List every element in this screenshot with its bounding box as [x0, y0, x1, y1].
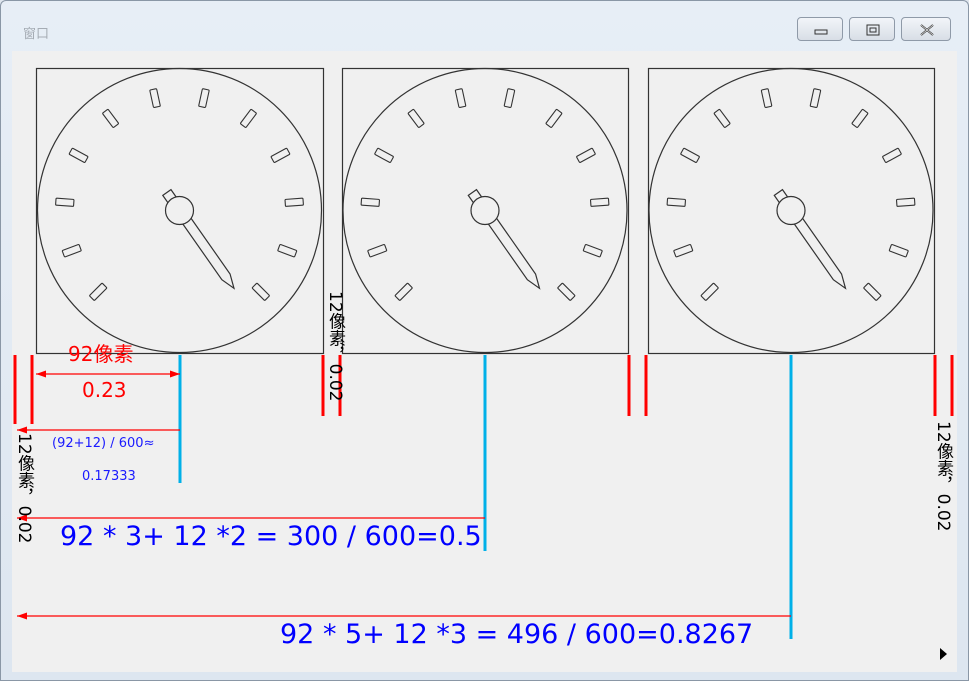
gauge-3-tick: [760, 88, 773, 109]
formula-full: 92 * 5+ 12 *3 = 496 / 600=0.8267: [280, 619, 754, 650]
gauge-2-tick: [360, 197, 381, 207]
close-icon: [920, 24, 934, 36]
formula-half: 92 * 3+ 12 *2 = 300 / 600=0.5: [60, 521, 482, 552]
gauge-1-tick: [240, 108, 257, 128]
close-button[interactable]: [901, 17, 951, 41]
maximize-icon: [866, 24, 880, 36]
gauge-3-tick: [809, 88, 822, 109]
app-window: 窗口 92像素 0.23 (92+12) / 600≈ 0.17333 92 *…: [0, 0, 969, 681]
gauge-1-tick: [251, 282, 270, 301]
formula-small-line1: (92+12) / 600≈: [52, 436, 155, 451]
gauge-2-hub: [470, 195, 500, 226]
gauge-3-hub: [776, 195, 806, 226]
gauge-3-tick: [863, 282, 882, 301]
width-px-label: 92像素: [68, 342, 134, 366]
arrowhead: [17, 612, 27, 620]
gap-label-right: 12像素，0.02: [933, 421, 953, 532]
gauge-2-tick: [589, 197, 610, 207]
gauge-2-tick: [407, 108, 425, 128]
gauge-2-tick: [503, 88, 516, 109]
gauge-1-tick: [102, 108, 119, 128]
gauge-2-tick: [582, 244, 603, 258]
maximize-button[interactable]: [849, 17, 895, 41]
window-title: 窗口: [23, 27, 50, 42]
gauge-2-tick: [367, 244, 388, 258]
gauge-1-hub: [164, 195, 195, 226]
scroll-arrow-icon[interactable]: [940, 648, 947, 660]
formula-small-line2: 0.17333: [82, 469, 136, 484]
gauge-3-tick: [680, 147, 700, 163]
gauge-3-tick: [673, 244, 694, 258]
gauge-1-tick: [270, 147, 291, 163]
gauge-2-tick: [545, 108, 563, 128]
gauge-1-tick: [277, 244, 298, 258]
gauge-3-tick: [666, 197, 687, 207]
gauge-2-tick: [557, 282, 576, 301]
gauge-2-tick: [576, 147, 596, 163]
client-area: 92像素 0.23 (92+12) / 600≈ 0.17333 92 * 3+…: [12, 51, 957, 672]
gauge-3-tick: [888, 244, 909, 258]
gauge-3-tick: [851, 108, 869, 128]
gauge-3-tick: [713, 108, 731, 128]
diagram-canvas: [13, 67, 954, 639]
gauge-2-tick: [454, 88, 467, 109]
gauge-1-tick: [55, 197, 75, 207]
width-ratio-label: 0.23: [82, 378, 127, 402]
gauge-1-tick: [149, 88, 161, 109]
title-bar[interactable]: 窗口: [1, 1, 968, 51]
gauge-1-tick: [284, 197, 304, 207]
arrowhead: [36, 370, 46, 378]
gauge-2-tick: [394, 282, 413, 301]
gauge-3-tick: [895, 197, 916, 207]
gauge-2-tick: [374, 147, 394, 163]
gauge-1-tick: [61, 244, 82, 258]
gauge-3-tick: [700, 282, 719, 301]
gauge-1-tick: [68, 147, 89, 163]
minimize-icon: [814, 29, 828, 35]
gauge-3-tick: [882, 147, 902, 163]
minimize-button[interactable]: [797, 17, 843, 41]
gap-label-left: 12像素，0.02: [14, 433, 34, 544]
gap-label-middle: 12像素，0.02: [325, 291, 345, 402]
gauge-1-tick: [89, 282, 108, 301]
gauge-1-tick: [198, 88, 210, 109]
